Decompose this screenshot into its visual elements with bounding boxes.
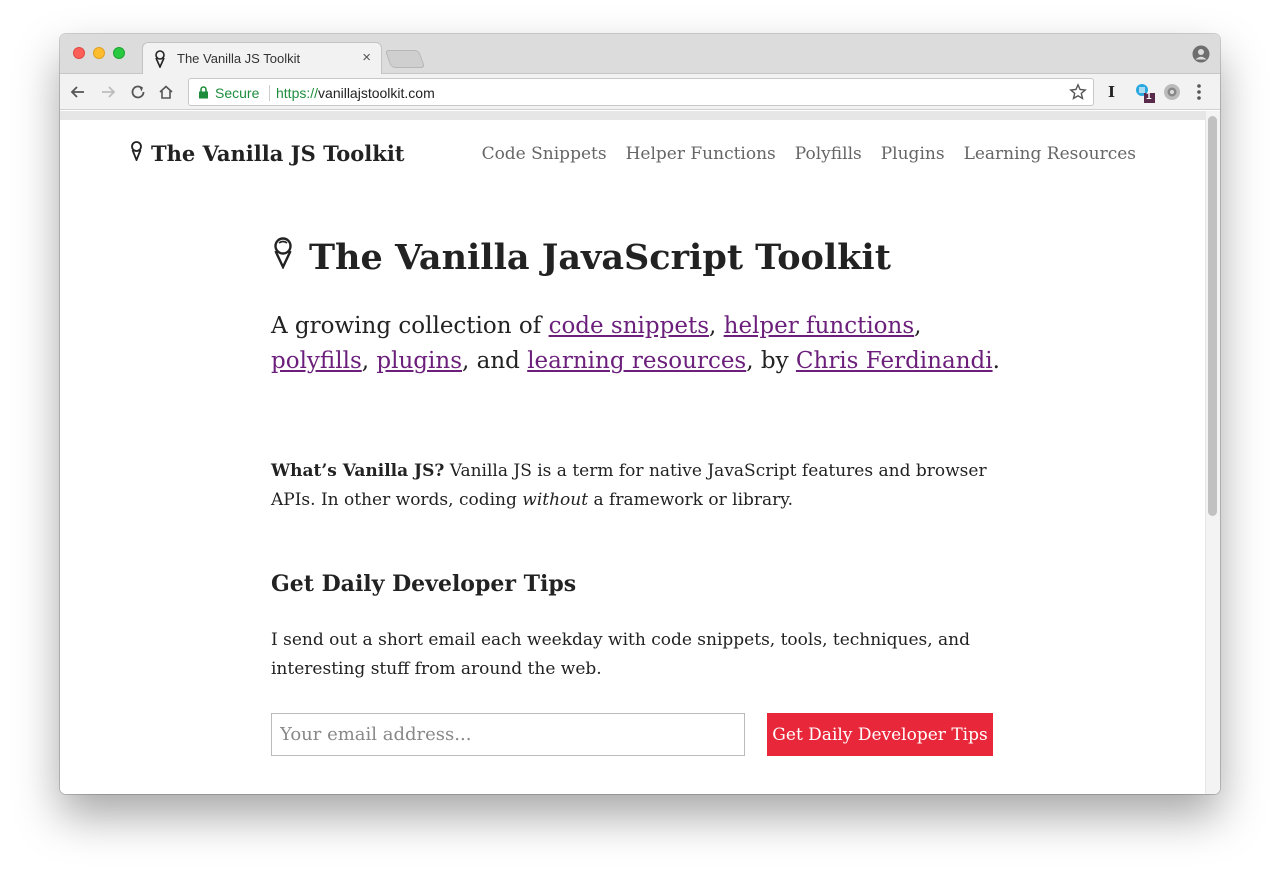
link-plugins[interactable]: plugins bbox=[376, 348, 462, 374]
extension-badge-icon[interactable]: 1 bbox=[1134, 82, 1156, 109]
lead-text: A growing collection of bbox=[271, 313, 549, 339]
minimize-window-button[interactable] bbox=[93, 47, 105, 59]
link-code-snippets[interactable]: code snippets bbox=[549, 313, 709, 339]
lock-icon bbox=[198, 86, 209, 104]
close-window-button[interactable] bbox=[73, 47, 85, 59]
ice-cream-icon bbox=[153, 50, 167, 73]
browser-tab[interactable]: The Vanilla JS Toolkit × bbox=[142, 42, 382, 75]
subscribe-button[interactable]: Get Daily Developer Tips bbox=[767, 713, 993, 756]
what-is-vanilla-label: What’s Vanilla JS? bbox=[271, 461, 445, 481]
lead-text: , and bbox=[462, 348, 528, 374]
new-tab-button[interactable] bbox=[384, 50, 426, 68]
home-icon[interactable] bbox=[156, 82, 176, 102]
lead-text: , bbox=[361, 348, 377, 374]
zoom-window-button[interactable] bbox=[113, 47, 125, 59]
profile-icon[interactable] bbox=[1192, 45, 1210, 68]
url-divider bbox=[269, 85, 270, 101]
link-chris-ferdinandi[interactable]: Chris Ferdinandi bbox=[796, 348, 993, 374]
what-emphasis: without bbox=[522, 490, 589, 510]
nav-code-snippets[interactable]: Code Snippets bbox=[482, 144, 607, 164]
page-title: The Vanilla JavaScript Toolkit bbox=[271, 237, 891, 278]
site-brand-text: The Vanilla JS Toolkit bbox=[151, 141, 405, 166]
newsletter-heading: Get Daily Developer Tips bbox=[271, 571, 577, 597]
page-viewport: The Vanilla JS Toolkit Code Snippets Hel… bbox=[60, 111, 1220, 794]
nav-polyfills[interactable]: Polyfills bbox=[795, 144, 862, 164]
browser-toolbar: Secure https://vanillajstoolkit.com I 1 bbox=[60, 74, 1220, 110]
lead-text: , bbox=[914, 313, 922, 339]
bookmark-star-icon[interactable] bbox=[1069, 83, 1087, 106]
browser-window: The Vanilla JS Toolkit × Secure https:// bbox=[60, 34, 1220, 794]
tab-close-icon[interactable]: × bbox=[362, 49, 371, 66]
address-bar[interactable]: Secure https://vanillajstoolkit.com bbox=[188, 78, 1094, 106]
nav-helper-functions[interactable]: Helper Functions bbox=[626, 144, 776, 164]
url-scheme: https:// bbox=[276, 85, 319, 101]
link-polyfills[interactable]: polyfills bbox=[271, 348, 362, 374]
ice-cream-icon bbox=[271, 237, 295, 278]
what-is-vanilla-paragraph: What’s Vanilla JS? Vanilla JS is a term … bbox=[271, 457, 991, 515]
nav-learning-resources[interactable]: Learning Resources bbox=[964, 144, 1136, 164]
link-helper-functions[interactable]: helper functions bbox=[724, 313, 915, 339]
newsletter-description: I send out a short email each weekday wi… bbox=[271, 630, 971, 679]
page-title-text: The Vanilla JavaScript Toolkit bbox=[309, 237, 891, 278]
page-top-strip bbox=[60, 111, 1220, 120]
forward-icon[interactable] bbox=[98, 82, 118, 102]
extension-i-icon[interactable]: I bbox=[1108, 83, 1115, 101]
secure-label: Secure bbox=[215, 85, 260, 101]
scrollbar-thumb[interactable] bbox=[1208, 116, 1217, 516]
link-learning-resources[interactable]: learning resources bbox=[527, 348, 746, 374]
scrollbar[interactable] bbox=[1205, 111, 1220, 794]
email-input[interactable] bbox=[271, 713, 745, 756]
ice-cream-icon bbox=[130, 141, 143, 166]
lead-text: , bbox=[709, 313, 724, 339]
menu-kebab-icon[interactable] bbox=[1196, 83, 1202, 106]
nav-plugins[interactable]: Plugins bbox=[881, 144, 945, 164]
tab-strip: The Vanilla JS Toolkit × bbox=[60, 34, 1220, 75]
lead-text: . bbox=[992, 348, 1000, 374]
site-brand[interactable]: The Vanilla JS Toolkit bbox=[130, 141, 405, 166]
lead-paragraph: A growing collection of code snippets, h… bbox=[271, 309, 1011, 379]
url-text: https://vanillajstoolkit.com bbox=[276, 85, 435, 101]
extension-badge-count: 1 bbox=[1146, 91, 1152, 102]
back-icon[interactable] bbox=[68, 82, 88, 102]
url-host: vanillajstoolkit.com bbox=[318, 85, 435, 101]
reload-icon[interactable] bbox=[128, 82, 148, 102]
what-text: a framework or library. bbox=[588, 490, 794, 510]
lead-text: , by bbox=[746, 348, 796, 374]
main-nav: Code Snippets Helper Functions Polyfills… bbox=[482, 144, 1136, 164]
tab-title: The Vanilla JS Toolkit bbox=[177, 51, 301, 66]
settings-gear-icon[interactable] bbox=[1162, 82, 1182, 107]
